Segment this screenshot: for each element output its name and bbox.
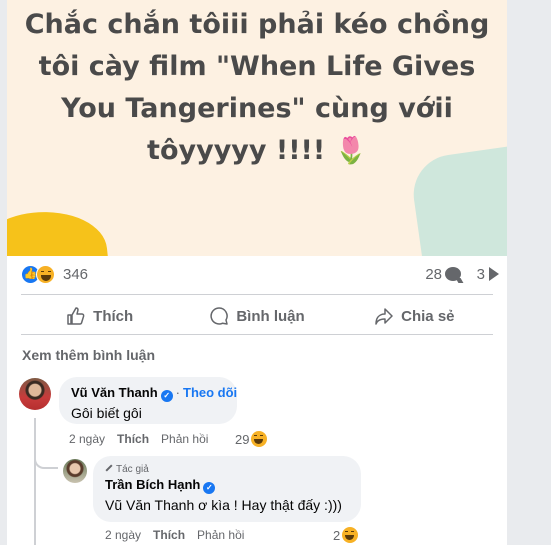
reply-author-name[interactable]: Trần Bích Hạnh [105,477,200,492]
like-button[interactable]: Thích [21,298,178,334]
comment-meta: 2 ngày Thích Phản hồi [69,432,220,446]
post-text-line: Chắc chắn tôiii phải kéo chồng [24,9,490,40]
reply-time[interactable]: 2 ngày [105,528,141,542]
post-text-line: You Tangerines" cùng vớii [61,93,453,124]
share-count-value: 3 [476,266,485,283]
comment-time[interactable]: 2 ngày [69,432,105,446]
reply-meta: 2 ngày Thích Phản hồi [105,528,256,542]
post-image[interactable]: Chắc chắn tôiii phải kéo chồng tôi cày f… [7,0,507,256]
tulip-emoji: 🌷 [334,136,367,166]
post-card: Chắc chắn tôiii phải kéo chồng tôi cày f… [7,0,507,545]
reactions-bar: 👍 346 28 3 [21,262,499,288]
share-button-label: Chia sẻ [401,307,455,325]
comment-button[interactable]: Bình luận [178,298,335,334]
view-more-comments-link[interactable]: Xem thêm bình luận [22,347,155,363]
haha-reaction-icon [36,265,55,284]
like-button-label: Thích [93,307,134,325]
share-arrow-icon [375,308,393,325]
comment-reactions[interactable]: 29 [235,431,268,447]
pen-icon [105,464,113,472]
comment-button-label: Bình luận [236,307,305,325]
comment-bubble: Vũ Văn Thanh ✓ · Theo dõi Gôi biết gôi [59,377,237,424]
reply-bubble: Tác giả Trần Bích Hạnh ✓ Vũ Văn Thanh ơ k… [93,456,361,522]
comment-reply-link[interactable]: Phản hồi [161,432,208,446]
comment-reaction-count: 29 [235,432,250,447]
comment-author-name[interactable]: Vũ Văn Thanh [71,385,158,400]
decor-shape-yellow [7,205,111,256]
post-text-line: tôyyyyy !!!! 🌷 [7,130,507,172]
comment-count[interactable]: 28 [425,266,461,283]
haha-reaction-icon [342,527,359,543]
post-text: Chắc chắn tôiii phải kéo chồng tôi cày f… [7,0,507,172]
share-count[interactable]: 3 [477,266,499,283]
reply-like-link[interactable]: Thích [153,528,185,542]
avatar[interactable] [63,459,87,483]
comment-author-line: Vũ Văn Thanh ✓ · Theo dõi [71,385,237,402]
comment-text: Gôi biết gôi [71,405,142,421]
author-tag-label: Tác giả [116,464,149,475]
comment-icon [445,267,461,281]
divider [21,294,493,295]
thread-line [34,418,36,545]
separator-dot: · [175,385,181,400]
reply-reactions[interactable]: 2 [333,527,359,543]
verified-badge-icon: ✓ [203,482,216,494]
page-gutter [507,0,551,545]
comment-count-value: 28 [425,266,442,283]
avatar[interactable] [19,378,51,410]
share-button[interactable]: Chia sẻ [336,298,493,334]
haha-reaction-icon [251,431,268,447]
verified-badge-icon: ✓ [160,390,173,402]
comment-like-link[interactable]: Thích [117,432,149,446]
post-text-line: tôi cày film "When Life Gives [38,51,476,82]
follow-link[interactable]: Theo dõi [183,385,237,400]
thread-connector [34,452,58,469]
reaction-count[interactable]: 346 [63,266,88,283]
thumbs-up-icon [67,307,85,325]
post-text-line-end: tôyyyyy !!!! [147,135,326,166]
reply-reply-link[interactable]: Phản hồi [197,528,244,542]
reply-author-line: Trần Bích Hạnh ✓ [105,477,349,494]
share-icon [489,267,499,281]
action-bar: Thích Bình luận Chia sẻ [21,298,493,334]
speech-bubble-icon [210,307,229,325]
author-tag: Tác giả [105,464,349,475]
reply-text: Vũ Văn Thanh ơ kìa ! Hay thật đấy :))) [105,497,342,513]
reply-reaction-count: 2 [333,528,341,543]
divider [21,334,493,335]
